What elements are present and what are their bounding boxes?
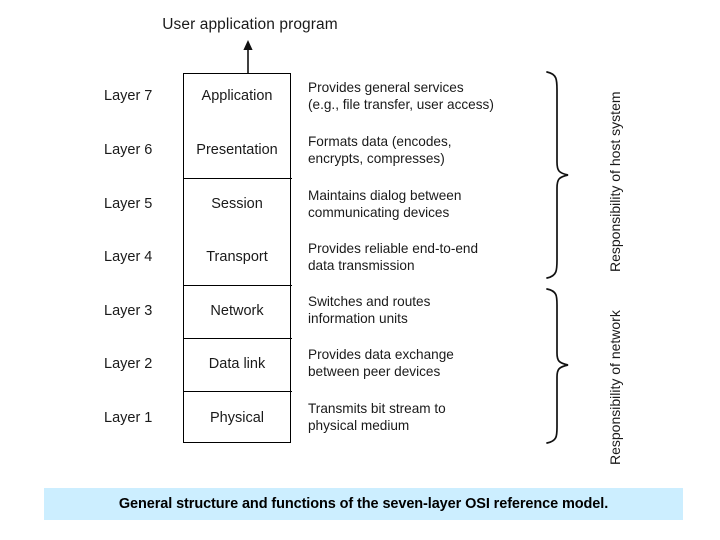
group-label-host-system: Responsibility of host system [607,91,623,272]
host-system-brace [546,71,569,279]
stack-divider-transport-network [184,285,292,286]
layer-name: Presentation [196,142,278,158]
layer-name: Network [210,303,264,319]
layer-description: Provides data exchange between peer devi… [308,347,454,379]
osi-reference-model-diagram: User application program Layer 7 Applica… [0,0,720,540]
group-label-network: Responsibility of network [607,310,623,465]
network-brace [546,288,569,444]
layer-description: Maintains dialog between communicating d… [308,188,462,220]
layer-number: Layer 1 [104,410,153,426]
top-heading: User application program [162,16,338,33]
layer-name: Application [201,88,273,104]
layer-number: Layer 2 [104,356,153,372]
layer-number: Layer 5 [104,196,153,212]
layer-number: Layer 6 [104,142,153,158]
layer-description: Provides general services (e.g., file tr… [308,80,494,112]
stack-divider-datalink-physical [184,391,292,392]
layer-name: Physical [210,410,264,426]
layer-number: Layer 3 [104,303,153,319]
layer-number: Layer 7 [104,88,153,104]
stack-divider-network-datalink [184,338,292,339]
caption-band: General structure and functions of the s… [44,488,683,520]
layer-name: Data link [208,356,266,372]
layer-description: Formats data (encodes, encrypts, compres… [308,134,452,166]
layer-description: Provides reliable end-to-end data transm… [308,241,479,273]
layer-name: Transport [206,249,268,265]
layer-description: Switches and routes information units [308,294,431,326]
layer-description: Transmits bit stream to physical medium [308,401,446,433]
stack-divider-presentation-session [184,178,292,179]
up-arrow-icon [243,40,253,74]
layer-name: Session [211,196,263,212]
layer-number: Layer 4 [104,249,153,265]
caption-text: General structure and functions of the s… [118,496,609,512]
